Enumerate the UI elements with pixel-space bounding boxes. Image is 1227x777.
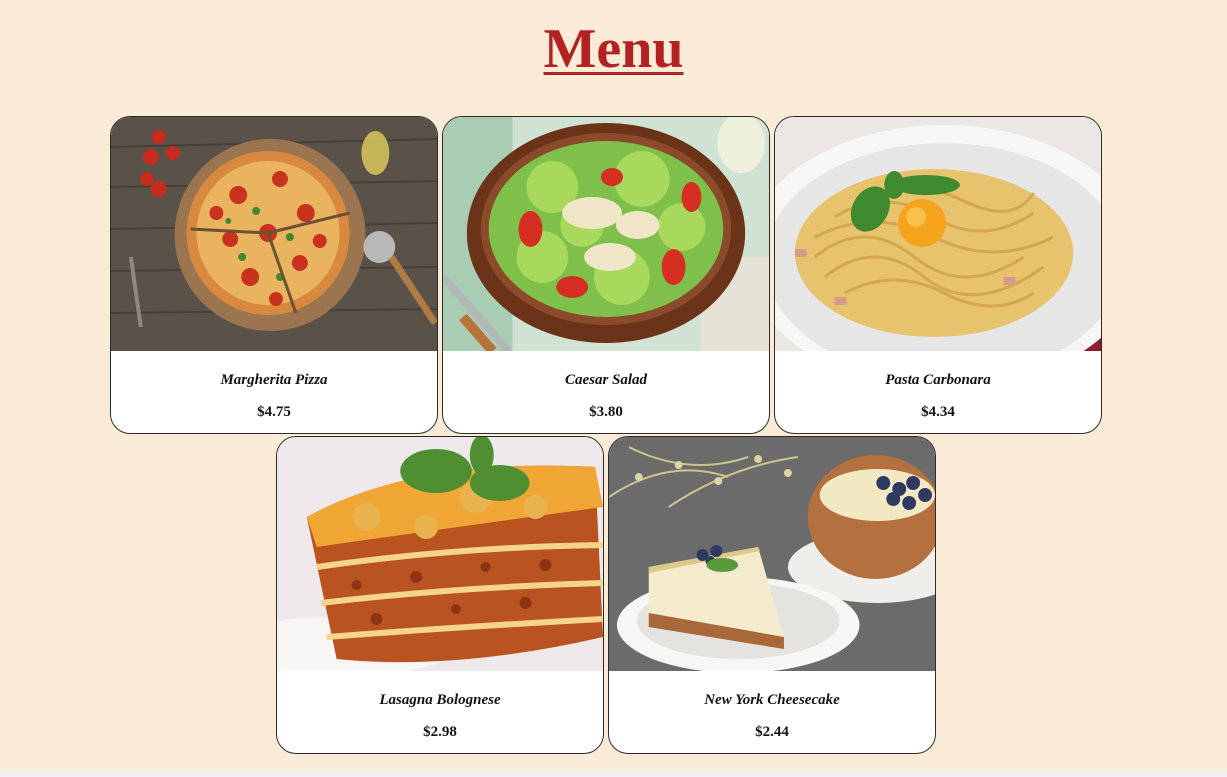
dish-name: Pasta Carbonara [885,372,991,388]
pasta-photo [775,117,1101,351]
lasagna-photo [277,437,603,671]
pizza-photo [111,117,437,351]
card-body: Caesar Salad $3.80 [443,351,769,433]
card-body: New York Cheesecake $2.44 [609,671,935,753]
dish-price: $2.44 [755,724,789,740]
dish-name: Margherita Pizza [220,372,328,388]
dish-price: $3.80 [589,404,623,420]
cheesecake-photo [609,437,935,671]
card-body: Margherita Pizza $4.75 [111,351,437,433]
dish-name: New York Cheesecake [704,692,840,708]
menu-grid: Margherita Pizza $4.75 Caesar Salad $3.8… [105,116,1107,754]
card-body: Lasagna Bolognese $2.98 [277,671,603,753]
menu-card-pasta-carbonara[interactable]: Pasta Carbonara $4.34 [774,116,1102,434]
dish-price: $2.98 [423,724,457,740]
dish-name: Lasagna Bolognese [379,692,501,708]
menu-card-new-york-cheesecake[interactable]: New York Cheesecake $2.44 [608,436,936,754]
menu-card-margherita-pizza[interactable]: Margherita Pizza $4.75 [110,116,438,434]
page-bottom-divider [0,770,1227,777]
salad-photo [443,117,769,351]
card-body: Pasta Carbonara $4.34 [775,351,1101,433]
dish-price: $4.75 [257,404,291,420]
page-title: Menu [543,18,684,80]
dish-price: $4.34 [921,404,955,420]
menu-card-lasagna-bolognese[interactable]: Lasagna Bolognese $2.98 [276,436,604,754]
dish-name: Caesar Salad [564,372,648,388]
menu-card-caesar-salad[interactable]: Caesar Salad $3.80 [442,116,770,434]
